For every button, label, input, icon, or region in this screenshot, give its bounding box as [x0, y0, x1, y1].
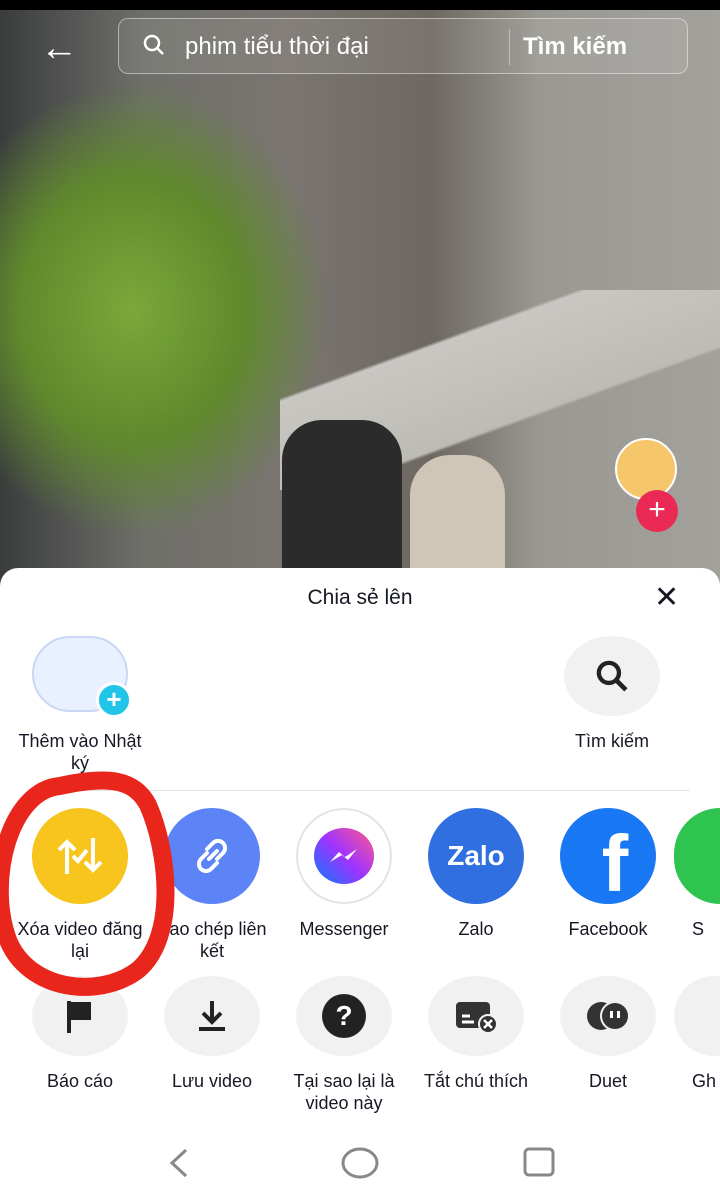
item-label: Báo cáo	[46, 1071, 114, 1091]
duet-icon	[560, 976, 656, 1056]
nav-home-icon[interactable]	[340, 1146, 380, 1180]
search-bar[interactable]: phim tiểu thời đại Tìm kiếm	[118, 18, 688, 74]
nav-recents-icon[interactable]	[522, 1146, 556, 1178]
item-label: Messenger	[299, 919, 389, 939]
share-messenger-button[interactable]: Messenger	[278, 808, 410, 940]
sheet-title: Chia sẻ lên	[307, 586, 413, 609]
follow-plus-icon[interactable]: +	[636, 490, 678, 532]
share-zalo-button[interactable]: Zalo Zalo	[410, 808, 542, 940]
red-circle-annotation	[0, 771, 175, 996]
zalo-logo-text: Zalo	[447, 840, 505, 871]
search-icon	[143, 34, 164, 55]
item-label: Tắt chú thích	[423, 1071, 529, 1091]
person	[282, 420, 402, 580]
add-to-diary-button[interactable]: + Thêm vào Nhật ký	[14, 636, 146, 774]
item-label: S	[692, 919, 705, 939]
system-nav-bar	[0, 1140, 720, 1200]
search-icon	[564, 636, 660, 716]
divider	[509, 29, 510, 65]
why-this-video-button[interactable]: ? Tại sao lại là video này	[278, 976, 410, 1114]
facebook-icon: f	[560, 808, 656, 904]
add-to-diary-icon: +	[32, 636, 132, 718]
zalo-icon: Zalo	[428, 808, 524, 904]
back-arrow-icon[interactable]: ←	[40, 28, 84, 68]
search-button[interactable]: Tìm kiếm	[523, 33, 627, 61]
item-label: Facebook	[568, 919, 648, 939]
item-label: Zalo	[458, 919, 494, 939]
item-label: Thêm vào Nhật ký	[18, 731, 142, 773]
nav-back-icon[interactable]	[166, 1148, 192, 1178]
stitch-button[interactable]: Gh	[674, 976, 720, 1092]
captions-off-button[interactable]: Tắt chú thích	[410, 976, 542, 1092]
item-label: Gh	[692, 1071, 717, 1091]
close-icon[interactable]: ✕	[654, 580, 679, 615]
item-label: Tìm kiếm	[575, 731, 649, 751]
duet-button[interactable]: Duet	[542, 976, 674, 1092]
search-query[interactable]: phim tiểu thời đại	[185, 33, 369, 61]
captions-off-icon	[428, 976, 524, 1056]
item-label: Duet	[588, 1071, 628, 1091]
person	[410, 455, 505, 585]
item-label: Tại sao lại là video này	[293, 1071, 395, 1113]
stitch-icon	[674, 976, 720, 1056]
question-icon: ?	[296, 976, 392, 1056]
status-bar	[0, 0, 720, 10]
sms-icon	[674, 808, 720, 904]
share-facebook-button[interactable]: f Facebook	[542, 808, 674, 940]
messenger-icon	[296, 808, 392, 904]
avatar[interactable]	[615, 438, 677, 500]
search-share-button[interactable]: Tìm kiếm	[546, 636, 678, 752]
share-sms-button[interactable]: S	[674, 808, 720, 940]
video-background[interactable]	[0, 0, 720, 600]
item-label: Lưu video	[171, 1071, 253, 1091]
